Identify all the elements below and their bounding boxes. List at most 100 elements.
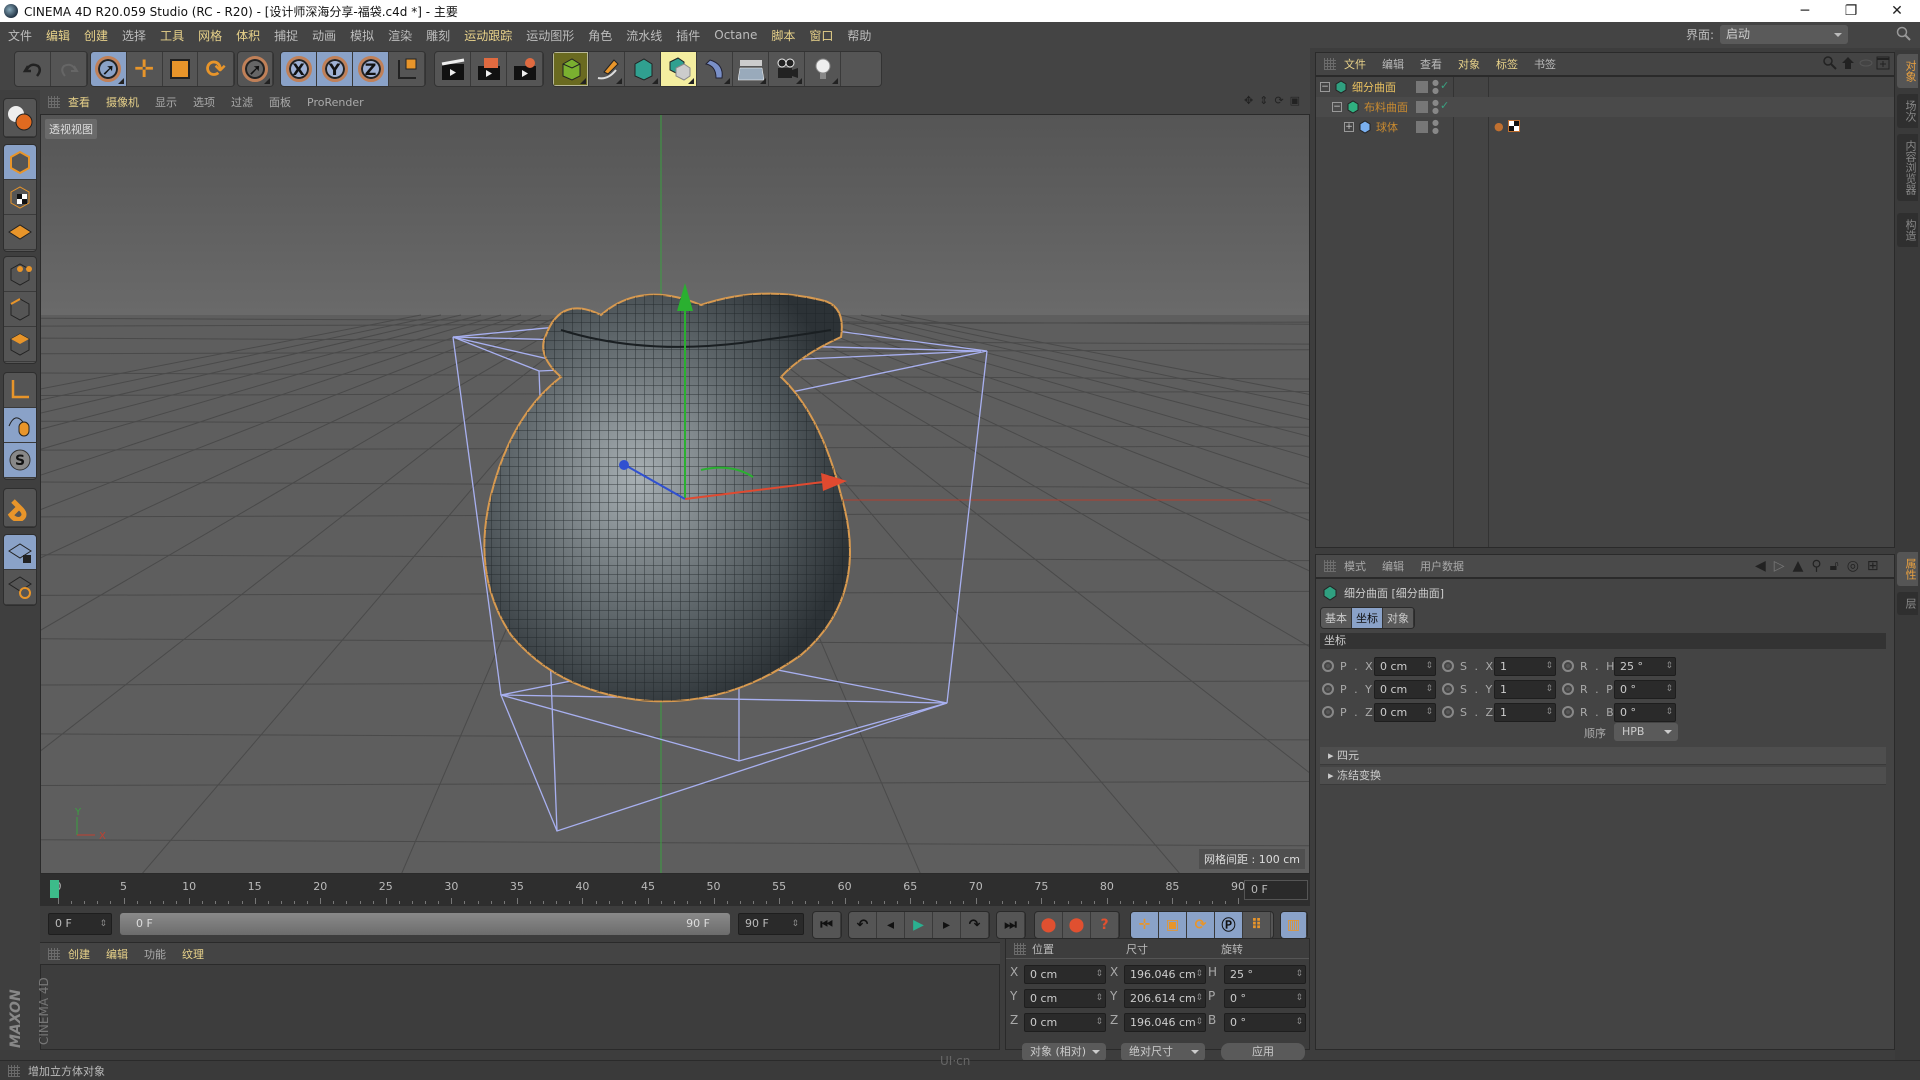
position-field[interactable]: 0 cm: [1024, 965, 1106, 984]
attribute-menu-1[interactable]: 编辑: [1382, 558, 1404, 574]
record-pla-button[interactable]: ⠿: [1243, 912, 1271, 938]
new-panel-icon[interactable]: [1876, 56, 1890, 70]
expand-toggle-icon[interactable]: −: [1320, 82, 1330, 92]
lock-icon[interactable]: 🔓︎: [1830, 558, 1839, 574]
perspective-viewport[interactable]: Y X 透视视图 网格间距 : 100 cm: [40, 114, 1310, 874]
camera-button[interactable]: [769, 52, 805, 86]
make-editable-button[interactable]: [4, 99, 36, 137]
rotation-field[interactable]: 25 °: [1224, 965, 1306, 984]
visibility-icon[interactable]: [1859, 56, 1873, 70]
forward-arrow-icon[interactable]: ▷: [1774, 558, 1785, 574]
animate-radio[interactable]: [1322, 660, 1334, 672]
param-field[interactable]: 0 cm: [1374, 680, 1436, 699]
restore-button[interactable]: ❐: [1828, 0, 1874, 22]
move-button[interactable]: ✛: [127, 52, 163, 86]
record-button[interactable]: ⬤: [1035, 912, 1063, 938]
menu-3[interactable]: 选择: [122, 27, 146, 44]
dock-tab-3[interactable]: 构造: [1897, 213, 1918, 247]
z-axis-lock-button[interactable]: Z: [353, 52, 389, 86]
panel-grip-handle[interactable]: [1324, 560, 1336, 572]
panel-grip-handle[interactable]: [1324, 58, 1336, 70]
attribute-tab-2[interactable]: 对象: [1383, 608, 1414, 628]
workplane-lock-button[interactable]: [4, 535, 36, 570]
coordinate-mode-dropdown[interactable]: 对象 (相对): [1022, 1043, 1106, 1061]
prev-key-button[interactable]: ↶: [849, 912, 877, 938]
search-icon[interactable]: [1896, 26, 1912, 42]
viewport-menu-2[interactable]: 显示: [155, 94, 177, 110]
redo-button[interactable]: [51, 52, 87, 86]
menu-4[interactable]: 工具: [160, 27, 184, 44]
cloth-tag-icon[interactable]: ●: [1494, 120, 1504, 133]
record-rotation-button[interactable]: ⟳: [1187, 912, 1215, 938]
viewport-menu-4[interactable]: 过滤: [231, 94, 253, 110]
record-parameter-button[interactable]: Ⓟ: [1215, 912, 1243, 938]
checker-material-tag-icon[interactable]: [1507, 120, 1520, 132]
rotation-field[interactable]: 0 °: [1224, 989, 1306, 1008]
cube-button[interactable]: [553, 52, 589, 86]
toggle-view-icon[interactable]: ▣: [1290, 94, 1300, 107]
animate-radio[interactable]: [1322, 706, 1334, 718]
object-row[interactable]: − 细分曲面 ● ● ✓: [1316, 77, 1894, 97]
enabled-check-icon[interactable]: ✓: [1440, 79, 1449, 92]
current-frame-field[interactable]: 0 F: [1244, 880, 1308, 900]
timeline-window-button[interactable]: ▥: [1281, 912, 1307, 938]
spinner-icon[interactable]: ⇕: [99, 914, 107, 934]
param-field[interactable]: 0 cm: [1374, 703, 1436, 722]
object-name[interactable]: 布料曲面: [1364, 99, 1408, 115]
solo-button[interactable]: S: [4, 443, 36, 478]
menu-19[interactable]: 窗口: [809, 27, 833, 44]
x-axis-lock-button[interactable]: X: [281, 52, 317, 86]
tweak-mode-button[interactable]: [4, 408, 36, 443]
position-field[interactable]: 0 cm: [1024, 989, 1106, 1008]
attribute-tab-0[interactable]: 基本: [1321, 608, 1352, 628]
scale-button[interactable]: [163, 52, 199, 86]
size-mode-dropdown[interactable]: 绝对尺寸: [1121, 1043, 1205, 1061]
dock-tab-2[interactable]: 内容浏览器: [1897, 134, 1918, 201]
rotate-button[interactable]: ⟳: [198, 52, 234, 86]
model-mode-button[interactable]: [4, 145, 36, 180]
zoom-view-icon[interactable]: ⇕: [1259, 94, 1268, 107]
next-key-button[interactable]: ↷: [961, 912, 989, 938]
animate-radio[interactable]: [1562, 706, 1574, 718]
menu-1[interactable]: 编辑: [46, 27, 70, 44]
apply-button[interactable]: 应用: [1221, 1043, 1305, 1061]
points-mode-button[interactable]: [4, 257, 36, 292]
param-field[interactable]: 25 °: [1614, 657, 1676, 676]
animate-radio[interactable]: [1442, 706, 1454, 718]
visibility-dots-icon[interactable]: ● ●: [1432, 79, 1439, 95]
axis-mode-button[interactable]: [4, 373, 36, 408]
expand-toggle-icon[interactable]: −: [1332, 102, 1342, 112]
timeline-ruler[interactable]: 051015202530354045505560657075808590 0 F: [40, 874, 1310, 906]
visibility-dots-icon[interactable]: ● ●: [1432, 99, 1439, 115]
timeline-playhead[interactable]: [50, 880, 59, 898]
record-scale-button[interactable]: ▣: [1159, 912, 1187, 938]
layer-swatch-icon[interactable]: [1416, 101, 1428, 113]
animate-radio[interactable]: [1562, 660, 1574, 672]
next-frame-button[interactable]: ▸: [933, 912, 961, 938]
render-view-button[interactable]: [435, 52, 471, 86]
rotation-order-dropdown[interactable]: HPB: [1614, 723, 1678, 741]
search-icon[interactable]: [1823, 56, 1837, 70]
menu-7[interactable]: 捕捉: [274, 27, 298, 44]
goto-end-button[interactable]: ⏭: [997, 912, 1025, 938]
minimize-button[interactable]: ─: [1782, 0, 1828, 22]
param-field[interactable]: 0 cm: [1374, 657, 1436, 676]
enabled-check-icon[interactable]: ✓: [1440, 99, 1449, 112]
undo-button[interactable]: [15, 52, 51, 86]
object-row[interactable]: + 球体 ● ● ●: [1316, 117, 1894, 137]
floor-button[interactable]: [733, 52, 769, 86]
menu-18[interactable]: 脚本: [771, 27, 795, 44]
param-field[interactable]: 1: [1494, 657, 1556, 676]
material-manager-area[interactable]: [40, 964, 1000, 1050]
menu-17[interactable]: Octane: [714, 28, 757, 42]
object-menu-5[interactable]: 书签: [1534, 56, 1556, 72]
param-field[interactable]: 0 °: [1614, 680, 1676, 699]
close-button[interactable]: ✕: [1874, 0, 1920, 22]
layer-swatch-icon[interactable]: [1416, 81, 1428, 93]
layer-swatch-icon[interactable]: [1416, 121, 1428, 133]
animate-radio[interactable]: [1322, 683, 1334, 695]
object-menu-0[interactable]: 文件: [1344, 56, 1366, 72]
param-field[interactable]: 1: [1494, 703, 1556, 722]
menu-5[interactable]: 网格: [198, 27, 222, 44]
end-frame-field[interactable]: 90 F ⇕: [738, 913, 804, 935]
